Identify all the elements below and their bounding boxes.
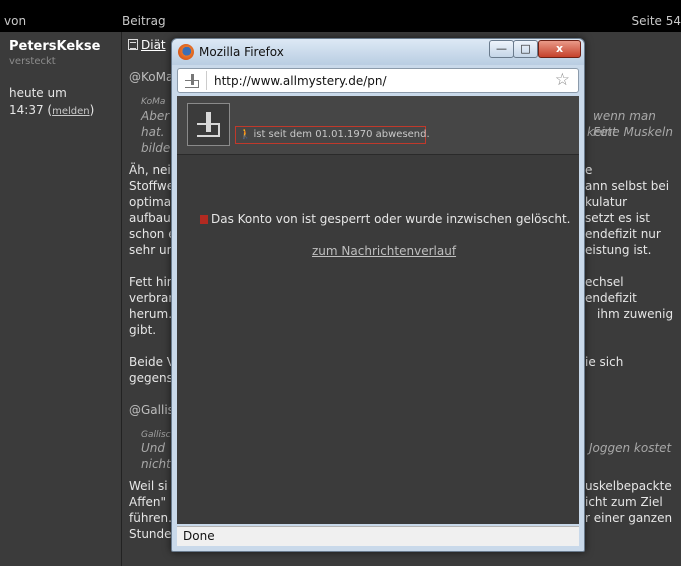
post-title[interactable]: Diät (128, 37, 166, 53)
absence-notice: 🚶 ist seit dem 01.01.1970 abwesend. (235, 126, 430, 144)
window-title: Mozilla Firefox (199, 45, 284, 59)
post-text-line: Äh, nei (129, 163, 171, 177)
post-text-line: Weil si (129, 479, 168, 493)
forum-page: von Beitrag Seite 54 PetersKekse verstec… (0, 0, 681, 566)
quote-line: Und (141, 441, 166, 455)
author-status: versteckt (9, 56, 56, 67)
post-text-line: Stunde (129, 527, 172, 541)
post-text-line: sehr un (129, 243, 175, 257)
post-text-line: r einer ganzen (585, 511, 673, 525)
post-text-line: Fett hin (129, 275, 175, 289)
profile-header: 🚶 ist seit dem 01.01.1970 abwesend. (177, 96, 579, 155)
post-text-line: endefizit nur (585, 227, 661, 241)
status-bar: Done (177, 526, 579, 546)
post-text-line: echsel (585, 275, 624, 289)
report-link[interactable]: melden (52, 106, 90, 117)
forum-table-header: von Beitrag Seite 54 (0, 0, 681, 32)
author-column: PetersKekse versteckt heute um 14:37 (me… (0, 32, 122, 566)
quote-line: hat. (141, 125, 165, 139)
mention-gallisch[interactable]: @Gallis (129, 402, 174, 418)
post-text-line: Stoffwe (129, 179, 175, 193)
post-text-line: endefizit (585, 291, 637, 305)
post-text-line: gibt. (129, 323, 157, 337)
star-icon[interactable]: ☆ (555, 70, 570, 90)
post-text-line: verbran (129, 291, 176, 305)
post-text-line: ie sich (585, 355, 624, 369)
address-bar[interactable]: http://www.allmystery.de/pn/ ☆ (177, 68, 579, 93)
firefox-popup-window: Mozilla Firefox — □ x http://www.allmyst… (171, 38, 585, 552)
avatar[interactable] (187, 103, 230, 146)
post-text-line: eistung ist. (585, 243, 652, 257)
post-text-line: ihm zuwenig (597, 307, 674, 321)
mention-koma[interactable]: @KoMa (129, 69, 173, 85)
post-time-value: 14:37 (9, 103, 44, 117)
post-text-line: kulatur (585, 195, 628, 209)
document-icon (128, 39, 138, 50)
quote-line: Aber (141, 109, 170, 123)
post-text-line: führen. (129, 511, 172, 525)
post-text-line: Affen" (129, 495, 166, 509)
notice-text: Das Konto von ist gesperrt oder wurde in… (211, 212, 571, 226)
url-separator (206, 71, 207, 90)
post-text-line: uskelbepackte (585, 479, 672, 493)
popup-content: 🚶 ist seit dem 01.01.1970 abwesend. Das K… (177, 96, 579, 524)
column-header-beitrag: Beitrag (122, 14, 166, 28)
post-text-line: herum. (129, 307, 173, 321)
post-text-line: setzt es ist (585, 211, 650, 225)
quote-line: nicht (141, 457, 171, 471)
post-text-line: ann selbst bei (585, 179, 670, 193)
maximize-button[interactable]: □ (513, 40, 538, 58)
post-time-label: heute um (9, 86, 67, 100)
status-text: Done (183, 529, 215, 543)
close-button[interactable]: x (538, 40, 581, 58)
site-favicon-icon (185, 73, 199, 88)
minimize-button[interactable]: — (489, 40, 514, 58)
post-text-line: gegens (129, 371, 173, 385)
absence-text: ist seit dem 01.01.1970 abwesend. (253, 129, 430, 140)
walking-person-icon: 🚶 (239, 129, 252, 140)
quote-line: Joggen kostet (589, 441, 672, 455)
column-header-von: von (4, 14, 27, 28)
author-name[interactable]: PetersKekse (9, 39, 100, 54)
post-title-text: Diät (141, 38, 166, 52)
post-text-line: schon e (129, 227, 176, 241)
post-text-line: e (585, 163, 593, 177)
post-text-line: optima (129, 195, 172, 209)
url-text[interactable]: http://www.allmystery.de/pn/ (214, 74, 387, 88)
post-text-line: Beide V (129, 355, 175, 369)
page-indicator[interactable]: Seite 54 (631, 14, 681, 28)
quote-line: keine Muskeln (587, 125, 673, 139)
firefox-icon (178, 44, 194, 60)
window-titlebar[interactable]: Mozilla Firefox — □ x (172, 39, 584, 65)
blocked-icon (200, 215, 208, 224)
post-text-line: aufbau (129, 211, 171, 225)
quote-line: bilde (141, 141, 171, 155)
post-time: 14:37 (melden) (9, 103, 95, 117)
post-text-line: icht zum Ziel (585, 495, 663, 509)
account-blocked-notice: Das Konto von ist gesperrt oder wurde in… (200, 212, 570, 226)
message-history-link[interactable]: zum Nachrichtenverlauf (312, 244, 456, 258)
